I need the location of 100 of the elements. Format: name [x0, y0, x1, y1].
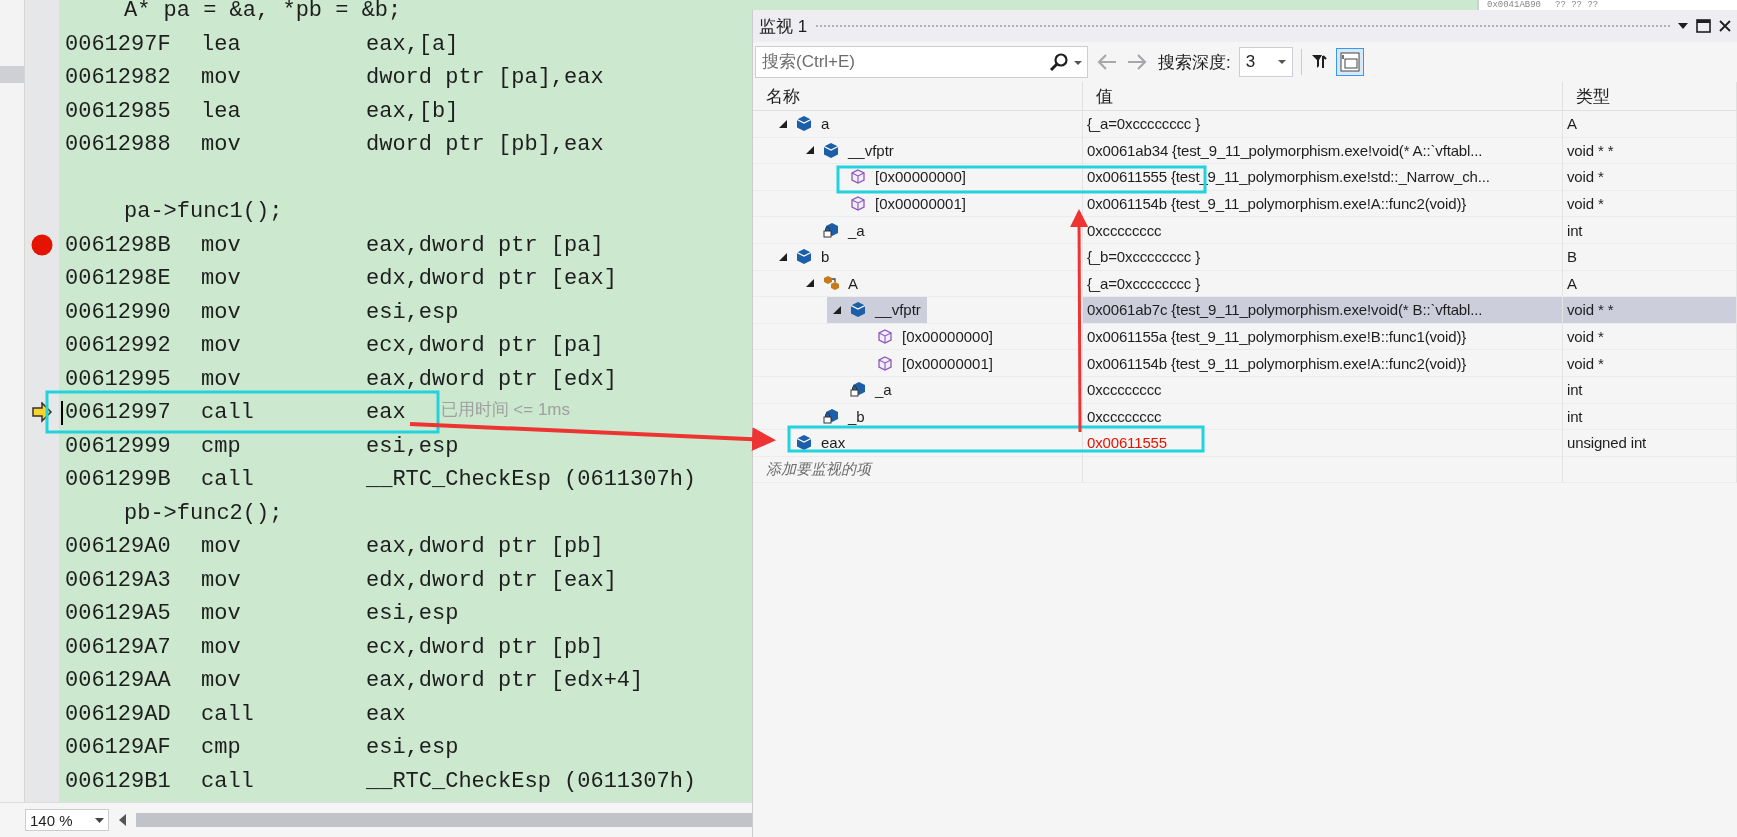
- operands: eax,dword ptr [edx]: [366, 366, 617, 392]
- search-icon[interactable]: [1049, 53, 1068, 72]
- address: 006129A3: [65, 567, 172, 593]
- outlined-cube-icon: [876, 354, 894, 372]
- operands: eax,dword ptr [edx+4]: [366, 668, 644, 694]
- address: 006129B1: [65, 768, 172, 794]
- variable-name: __vfptr: [875, 301, 921, 319]
- locked-cube-icon: [849, 381, 867, 399]
- mnemonic: cmp: [201, 433, 242, 459]
- memory-bytes: ?? ?? ??: [1555, 0, 1599, 10]
- column-header[interactable]: 值: [1083, 82, 1563, 111]
- type-cell: B: [1563, 243, 1737, 271]
- value-cell: 0x0061ab7c {test_9_11_polymorphism.exe!void(* B::`vftabl...: [1083, 297, 1563, 324]
- close-icon[interactable]: [1719, 20, 1731, 32]
- address: 0061298E: [65, 266, 172, 292]
- type-cell: void *: [1563, 323, 1737, 351]
- mnemonic: mov: [201, 601, 242, 627]
- mnemonic: mov: [201, 567, 242, 593]
- variable-name: A: [848, 274, 858, 292]
- address: 006129AD: [65, 701, 172, 727]
- value-cell: 0xcccccccc: [1083, 403, 1563, 431]
- operands: esi,esp: [366, 735, 459, 761]
- address: 0061297F: [65, 31, 172, 57]
- operands: eax,[a]: [366, 31, 459, 57]
- dropdown-caret-icon[interactable]: [1678, 23, 1688, 29]
- locked-cube-icon: [822, 221, 840, 239]
- caret-icon[interactable]: [1074, 60, 1082, 65]
- mnemonic: call: [201, 701, 255, 727]
- type-cell: unsigned int: [1563, 430, 1737, 457]
- mnemonic: call: [201, 467, 255, 493]
- expanded-triangle-icon[interactable]: [778, 118, 788, 129]
- selected-row-highlight[interactable]: __vfptr: [827, 297, 927, 323]
- horizontal-scrollbar[interactable]: [136, 813, 752, 827]
- linked-cubes-icon: [822, 274, 840, 292]
- operands: eax,dword ptr [pa]: [366, 232, 604, 258]
- expanded-triangle-icon[interactable]: [832, 304, 842, 315]
- add-watch-placeholder[interactable]: 添加要监视的项: [753, 456, 1083, 484]
- address: 00612990: [65, 299, 172, 325]
- value-cell: 0xcccccccc: [1083, 376, 1563, 404]
- expanded-triangle-icon[interactable]: [805, 145, 815, 156]
- type-cell: int: [1563, 376, 1737, 404]
- operands: ecx,dword ptr [pa]: [366, 333, 604, 359]
- zoom-dropdown[interactable]: 140 %: [25, 809, 109, 831]
- operands: esi,esp: [366, 299, 459, 325]
- address: 006129A7: [65, 634, 172, 660]
- value-cell: 0x0061ab34 {test_9_11_polymorphism.exe!void(* A::`vftabl...: [1083, 137, 1563, 165]
- variable-name: [0x00000001]: [902, 354, 993, 372]
- cube-icon: [795, 115, 813, 133]
- address: 006129A0: [65, 534, 172, 560]
- caret-icon: [1277, 60, 1286, 64]
- type-cell: void *: [1563, 164, 1737, 191]
- address: 0061299B: [65, 467, 172, 493]
- cube-icon: [849, 301, 867, 319]
- expanded-triangle-icon[interactable]: [805, 278, 815, 289]
- source-line: pa->func1();: [123, 199, 283, 225]
- variable-name: [0x00000000]: [902, 328, 993, 346]
- mnemonic: mov: [201, 333, 242, 359]
- mnemonic: lea: [201, 31, 242, 57]
- outlined-cube-icon: [849, 195, 867, 213]
- address: 00612988: [65, 132, 172, 158]
- variable-name: _a: [875, 381, 892, 399]
- variable-name: [0x00000000]: [875, 168, 966, 186]
- source-line: pb->func2();: [123, 500, 283, 526]
- search-depth-dropdown[interactable]: 3: [1238, 47, 1293, 77]
- address: 006129AF: [65, 735, 172, 761]
- elapsed-time-hint: 已用时间 <= 1ms: [440, 399, 571, 422]
- operands: esi,esp: [366, 601, 459, 627]
- variable-name: _a: [848, 221, 865, 239]
- address: 006129A5: [65, 601, 172, 627]
- outlined-cube-icon: [849, 168, 867, 186]
- expanded-triangle-icon[interactable]: [778, 251, 788, 262]
- type-cell: int: [1563, 403, 1737, 431]
- type-cell: A: [1563, 111, 1737, 138]
- text-cursor: [61, 400, 63, 425]
- hex-display-toggle[interactable]: [1335, 48, 1364, 76]
- type-cell: int: [1563, 217, 1737, 244]
- maximize-icon[interactable]: [1696, 19, 1711, 33]
- mnemonic: lea: [201, 98, 242, 124]
- mnemonic: mov: [201, 299, 242, 325]
- type-cell: void *: [1563, 190, 1737, 218]
- source-line: A* pa = &a, *pb = &b;: [123, 0, 402, 24]
- mnemonic: call: [201, 768, 255, 794]
- variable-name: eax: [821, 434, 846, 452]
- operands: __RTC_CheckEsp (0611307h): [366, 467, 697, 493]
- column-header[interactable]: 名称: [753, 82, 1083, 111]
- cube-icon: [795, 248, 813, 266]
- cube-icon: [822, 141, 840, 159]
- value-cell: 0x0061155a {test_9_11_polymorphism.exe!B::func1(void)}: [1083, 323, 1563, 351]
- operands: __RTC_CheckEsp (0611307h): [366, 768, 697, 794]
- search-field[interactable]: 搜索(Ctrl+E): [755, 46, 1088, 78]
- mnemonic: mov: [201, 132, 242, 158]
- caret-icon: [95, 817, 104, 823]
- column-header[interactable]: 类型: [1563, 82, 1737, 111]
- mnemonic: mov: [201, 534, 242, 560]
- variable-name: b: [821, 248, 830, 266]
- mnemonic: mov: [201, 366, 242, 392]
- mnemonic: call: [201, 400, 255, 426]
- scroll-left-icon[interactable]: [119, 814, 126, 826]
- type-cell: void * *: [1563, 137, 1737, 165]
- type-cell: void * *: [1563, 297, 1737, 324]
